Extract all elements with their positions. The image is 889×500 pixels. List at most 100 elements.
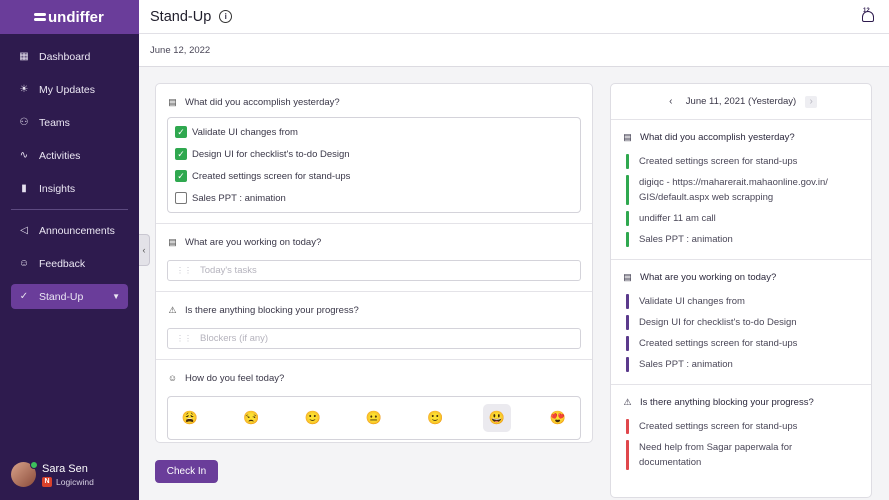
org-name: Logicwind	[56, 476, 94, 487]
section-header: ⚠ Is there anything blocking your progre…	[167, 292, 581, 328]
today-tasks-input[interactable]: ⋮⋮ Today's tasks	[167, 260, 581, 281]
status-bar	[626, 440, 629, 470]
section-header: ⚠ Is there anything blocking your progre…	[622, 385, 860, 419]
chevron-left-icon[interactable]: ‹	[665, 96, 677, 108]
check-circle-icon: ✓	[19, 291, 29, 302]
history-panel: ‹ June 11, 2021 (Yesterday) › ▤ What did…	[610, 83, 872, 498]
chevron-right-icon[interactable]: ›	[805, 95, 818, 108]
current-date: June 12, 2022	[150, 44, 211, 56]
megaphone-icon: ◁	[20, 225, 28, 236]
history-today-section: ▤ What are you working on today? Validat…	[611, 260, 871, 385]
sidebar-item-stand-up[interactable]: ✓ Stand-Up ▼	[11, 284, 128, 309]
emoji-unamused-icon[interactable]: 😒	[237, 404, 265, 432]
emoji-grin-icon[interactable]: 😃	[482, 404, 511, 432]
user-profile[interactable]: Sara Sen N Logicwind	[11, 461, 94, 487]
info-icon[interactable]: i	[219, 10, 233, 23]
section-title: What did you accomplish yesterday?	[185, 96, 340, 108]
checkbox-checked[interactable]: ✓	[175, 170, 187, 182]
status-bar	[626, 357, 629, 372]
yesterday-section: ▤ What did you accomplish yesterday? ✓ V…	[156, 84, 592, 224]
sidebar-item-label: Activities	[39, 149, 81, 162]
section-header: ▤ What did you accomplish yesterday?	[167, 84, 581, 120]
brand-logo[interactable]: undiffer	[0, 0, 139, 34]
list-item[interactable]: ✓ Validate UI changes from	[175, 121, 573, 143]
sidebar-item-label: Stand-Up	[39, 290, 84, 303]
history-blocking-section: ⚠ Is there anything blocking your progre…	[611, 385, 871, 482]
item-text: undiffer 11 am call	[639, 213, 716, 224]
brand-name: undiffer	[48, 8, 104, 26]
sidebar-nav: ▦ Dashboard ☀ My Updates ⚇ Teams ∿ Activ…	[0, 34, 139, 309]
history-date: June 11, 2021 (Yesterday)	[685, 96, 797, 107]
today-section: ▤ What are you working on today? ⋮⋮ Toda…	[156, 224, 592, 292]
checkbox-checked[interactable]: ✓	[175, 126, 187, 138]
mood-section: ☺ How do you feel today? 😩 😒 🙂 😐 🙂 😃 😍	[156, 360, 592, 450]
emoji-smile-icon[interactable]: 🙂	[421, 404, 449, 432]
sidebar-item-label: Insights	[39, 182, 76, 195]
sidebar-collapse-button[interactable]: ‹	[139, 234, 150, 266]
status-bar	[626, 419, 629, 434]
status-bar	[626, 294, 629, 309]
status-bar	[626, 175, 629, 205]
sidebar-item-activities[interactable]: ∿ Activities	[0, 139, 139, 172]
history-yesterday-section: ▤ What did you accomplish yesterday? Cre…	[611, 120, 871, 260]
drag-handle-icon[interactable]: ⋮⋮	[176, 334, 192, 343]
list-item: Design UI for checklist's to-do Design	[626, 315, 860, 330]
checkbox-unchecked[interactable]	[175, 192, 187, 204]
list-item: Validate UI changes from	[626, 294, 860, 309]
sidebar-item-announcements[interactable]: ◁ Announcements	[0, 214, 139, 247]
task-label: Validate UI changes from	[192, 126, 298, 138]
section-title: What did you accomplish yesterday?	[640, 131, 795, 143]
org-logo-icon: N	[42, 476, 52, 487]
chevron-down-icon[interactable]: ▼	[112, 292, 120, 301]
section-title: Is there anything blocking your progress…	[185, 304, 359, 316]
date-bar: June 12, 2022	[139, 34, 889, 67]
user-feedback-icon: ☺	[18, 258, 30, 269]
list-item: undiffer 11 am call	[626, 211, 860, 226]
section-title: Is there anything blocking your progress…	[640, 396, 814, 408]
sidebar-divider	[11, 209, 128, 210]
task-checklist: ✓ Validate UI changes from ✓ Design UI f…	[167, 117, 581, 213]
emoji-heart-eyes-icon[interactable]: 😍	[544, 404, 572, 432]
sidebar-item-my-updates[interactable]: ☀ My Updates	[0, 73, 139, 106]
list-item: Created settings screen for stand-ups	[626, 336, 860, 351]
sidebar-item-teams[interactable]: ⚇ Teams	[0, 106, 139, 139]
logo-icon	[34, 12, 46, 22]
user-org: N Logicwind	[42, 476, 94, 487]
warning-icon: ⚠	[623, 396, 632, 407]
avatar	[11, 461, 38, 487]
checkbox-checked[interactable]: ✓	[175, 148, 187, 160]
blockers-input[interactable]: ⋮⋮ Blockers (if any)	[167, 328, 581, 349]
calendar-icon: ▤	[623, 131, 632, 142]
emoji-neutral-icon[interactable]: 😐	[360, 404, 388, 432]
notification-count: 12	[863, 8, 870, 14]
list-item: Created settings screen for stand-ups	[626, 419, 860, 434]
emoji-slight-smile-icon[interactable]: 🙂	[299, 404, 327, 432]
task-label: Sales PPT : animation	[192, 192, 286, 204]
standup-form: ▤ What did you accomplish yesterday? ✓ V…	[155, 83, 593, 443]
item-text: Validate UI changes from	[639, 296, 745, 307]
section-header: ▤ What are you working on today?	[622, 260, 860, 294]
status-bar	[626, 232, 629, 247]
smiley-icon: ☺	[167, 373, 178, 383]
users-icon: ⚇	[19, 117, 29, 128]
section-header: ☺ How do you feel today?	[167, 360, 581, 396]
sidebar-item-dashboard[interactable]: ▦ Dashboard	[0, 40, 139, 73]
status-bar	[626, 315, 629, 330]
item-text: digiqc - https://maharerait.mahaonline.g…	[639, 177, 828, 203]
sidebar-item-insights[interactable]: ▮ Insights	[0, 172, 139, 205]
emoji-weary-icon[interactable]: 😩	[176, 404, 204, 432]
list-item[interactable]: Sales PPT : animation	[175, 187, 573, 209]
check-in-button[interactable]: Check In	[155, 460, 218, 483]
sidebar-item-label: Dashboard	[39, 50, 91, 63]
status-bar	[626, 211, 629, 226]
bar-chart-icon: ▮	[21, 183, 27, 194]
chevron-left-icon: ‹	[142, 245, 146, 255]
list-item[interactable]: ✓ Created settings screen for stand-ups	[175, 165, 573, 187]
notification-bell-icon[interactable]: 12	[861, 8, 875, 24]
page-title: Stand-Up	[150, 8, 212, 25]
sidebar-item-label: Announcements	[39, 224, 115, 237]
list-item[interactable]: ✓ Design UI for checklist's to-do Design	[175, 143, 573, 165]
pulse-icon: ∿	[19, 150, 29, 161]
drag-handle-icon[interactable]: ⋮⋮	[176, 266, 192, 275]
sidebar-item-feedback[interactable]: ☺ Feedback	[0, 247, 139, 280]
